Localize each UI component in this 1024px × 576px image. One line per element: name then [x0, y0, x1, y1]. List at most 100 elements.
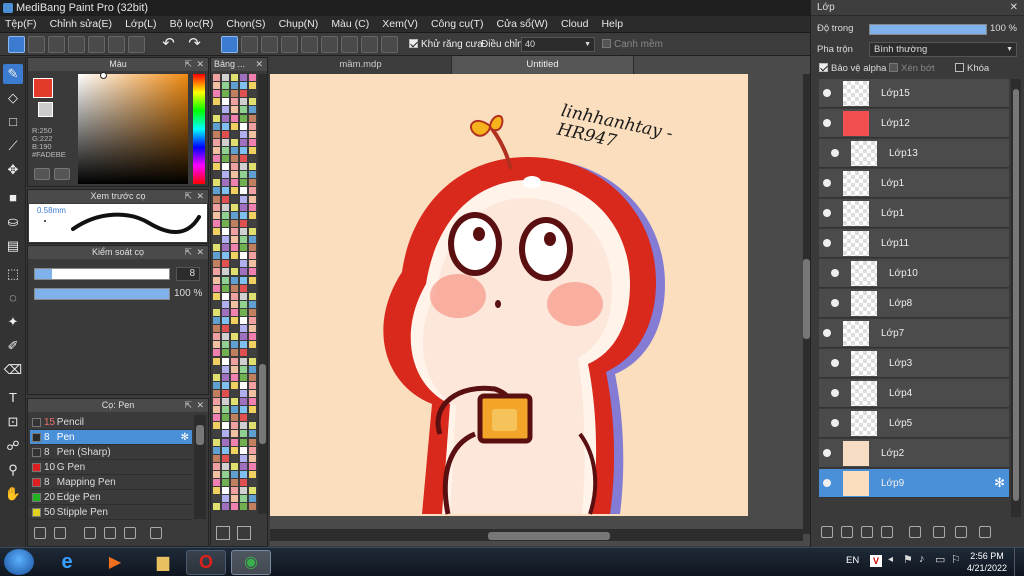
color-swatch[interactable] [231, 203, 238, 211]
color-swatch[interactable] [231, 211, 238, 219]
color-swatch[interactable] [240, 195, 247, 203]
color-swatch[interactable] [231, 163, 238, 171]
palette-scroll-thumb[interactable] [259, 364, 266, 444]
color-swatch[interactable] [231, 292, 238, 300]
color-swatch[interactable] [222, 211, 229, 219]
color-swatch[interactable] [231, 341, 238, 349]
color-swatch[interactable] [213, 155, 220, 162]
color-swatch[interactable] [249, 284, 256, 292]
color-swatch[interactable] [249, 349, 256, 357]
color-swatch[interactable] [249, 365, 256, 373]
menu-filter[interactable]: Bộ lọc(R) [165, 16, 219, 33]
color-swatch[interactable] [222, 155, 229, 162]
list-icon[interactable] [128, 36, 145, 53]
color-swatch[interactable] [249, 487, 256, 495]
color-swatch[interactable] [213, 292, 220, 300]
color-swatch[interactable] [231, 365, 238, 373]
brush-tool-icon[interactable]: ✎ [3, 64, 23, 84]
grid-icon[interactable] [108, 36, 125, 53]
eye-icon[interactable] [823, 239, 831, 247]
undock-icon[interactable]: ⇱ [184, 246, 192, 259]
layer-row[interactable]: Lớp10 [819, 259, 1009, 288]
eyedropper-icon[interactable]: ⚲ [3, 460, 23, 480]
color-swatch[interactable] [222, 373, 229, 381]
color-swatch[interactable] [240, 219, 247, 227]
color-swatch[interactable] [213, 414, 220, 422]
brush-list-scrollbar[interactable] [194, 415, 206, 519]
color-swatch[interactable] [240, 138, 247, 146]
magic-wand-icon[interactable]: ✦ [3, 312, 23, 332]
color-swatch[interactable] [213, 389, 220, 397]
color-swatch[interactable] [231, 381, 238, 389]
color-swatch[interactable] [231, 268, 238, 276]
color-swatch[interactable] [213, 227, 220, 235]
color-swatch[interactable] [249, 414, 256, 422]
eraser-tool-icon[interactable]: ◇ [3, 88, 23, 108]
radial-snap-icon[interactable] [301, 36, 318, 53]
menu-view[interactable]: Xem(V) [377, 16, 423, 33]
color-swatch[interactable] [240, 308, 247, 316]
color-swatch[interactable] [231, 155, 238, 162]
color-swatch[interactable] [249, 179, 256, 187]
color-swatch[interactable] [222, 446, 229, 454]
color-swatch[interactable] [222, 219, 229, 227]
color-swatch[interactable] [213, 252, 220, 260]
color-swatch[interactable] [231, 187, 238, 195]
color-swatch[interactable] [240, 487, 247, 495]
color-swatch[interactable] [213, 236, 220, 243]
divide-tool-icon[interactable]: ⊡ [3, 412, 23, 432]
foreground-color-swatch[interactable] [33, 78, 53, 98]
color-swatch[interactable] [231, 130, 238, 138]
color-swatch[interactable] [240, 446, 247, 454]
color-swatch[interactable] [213, 74, 220, 81]
tab-untitled[interactable]: Untitled [452, 56, 634, 74]
color-swatch[interactable] [249, 438, 256, 446]
color-swatch[interactable] [231, 171, 238, 179]
start-button[interactable] [4, 549, 34, 575]
color-swatch[interactable] [240, 341, 247, 349]
menu-tools[interactable]: Công cụ(T) [426, 16, 489, 33]
color-swatch[interactable] [213, 470, 220, 478]
color-swatch[interactable] [222, 333, 229, 341]
color-swatch[interactable] [240, 438, 247, 446]
menu-snap[interactable]: Chụp(N) [274, 16, 324, 33]
color-swatch[interactable] [231, 446, 238, 454]
select-rect-icon[interactable]: ⬚ [3, 264, 23, 284]
color-swatch[interactable] [213, 138, 220, 146]
color-swatch[interactable] [249, 260, 256, 268]
color-swatch[interactable] [231, 438, 238, 446]
color-swatch[interactable] [240, 462, 247, 470]
close-icon[interactable]: ✕ [196, 58, 204, 71]
color-swatch[interactable] [231, 479, 238, 486]
color-swatch[interactable] [222, 349, 229, 357]
layer-row-selected[interactable]: Lớp9 ✻ [819, 469, 1009, 498]
brush-list-scroll-thumb[interactable] [196, 425, 204, 445]
layer-row[interactable]: Lớp12 [819, 109, 1009, 138]
eye-icon[interactable] [831, 269, 839, 277]
color-swatch[interactable] [213, 308, 220, 316]
tab-mam[interactable]: mầm.mdp [270, 56, 452, 74]
color-swatch[interactable] [240, 357, 247, 365]
color-swatch[interactable] [222, 406, 229, 414]
gradient-tool-icon[interactable]: ▤ [3, 236, 23, 256]
color-swatch[interactable] [249, 163, 256, 171]
layer-row[interactable]: Lớp5 [819, 409, 1009, 438]
color-swatch[interactable] [222, 438, 229, 446]
internet-explorer-icon[interactable]: e [47, 550, 87, 575]
color-swatch[interactable] [240, 155, 247, 162]
lasso-tool-icon[interactable]: ◌ [3, 288, 23, 308]
color-swatch[interactable] [249, 203, 256, 211]
color-swatch[interactable] [213, 430, 220, 438]
undock-icon[interactable]: ⇱ [184, 190, 192, 203]
share-icon[interactable] [28, 36, 45, 53]
menu-edit[interactable]: Chỉnh sửa(E) [45, 16, 117, 33]
color-swatch[interactable] [240, 171, 247, 179]
add-layer-menu-icon[interactable] [881, 526, 893, 538]
color-swatch[interactable] [213, 406, 220, 414]
color-swatch[interactable] [240, 406, 247, 414]
color-swatch[interactable] [222, 389, 229, 397]
color-swatch[interactable] [213, 317, 220, 324]
layer-row[interactable]: Lớp7 [819, 319, 1009, 348]
layer-row[interactable]: Lớp11 [819, 229, 1009, 258]
color-swatch[interactable] [240, 236, 247, 243]
